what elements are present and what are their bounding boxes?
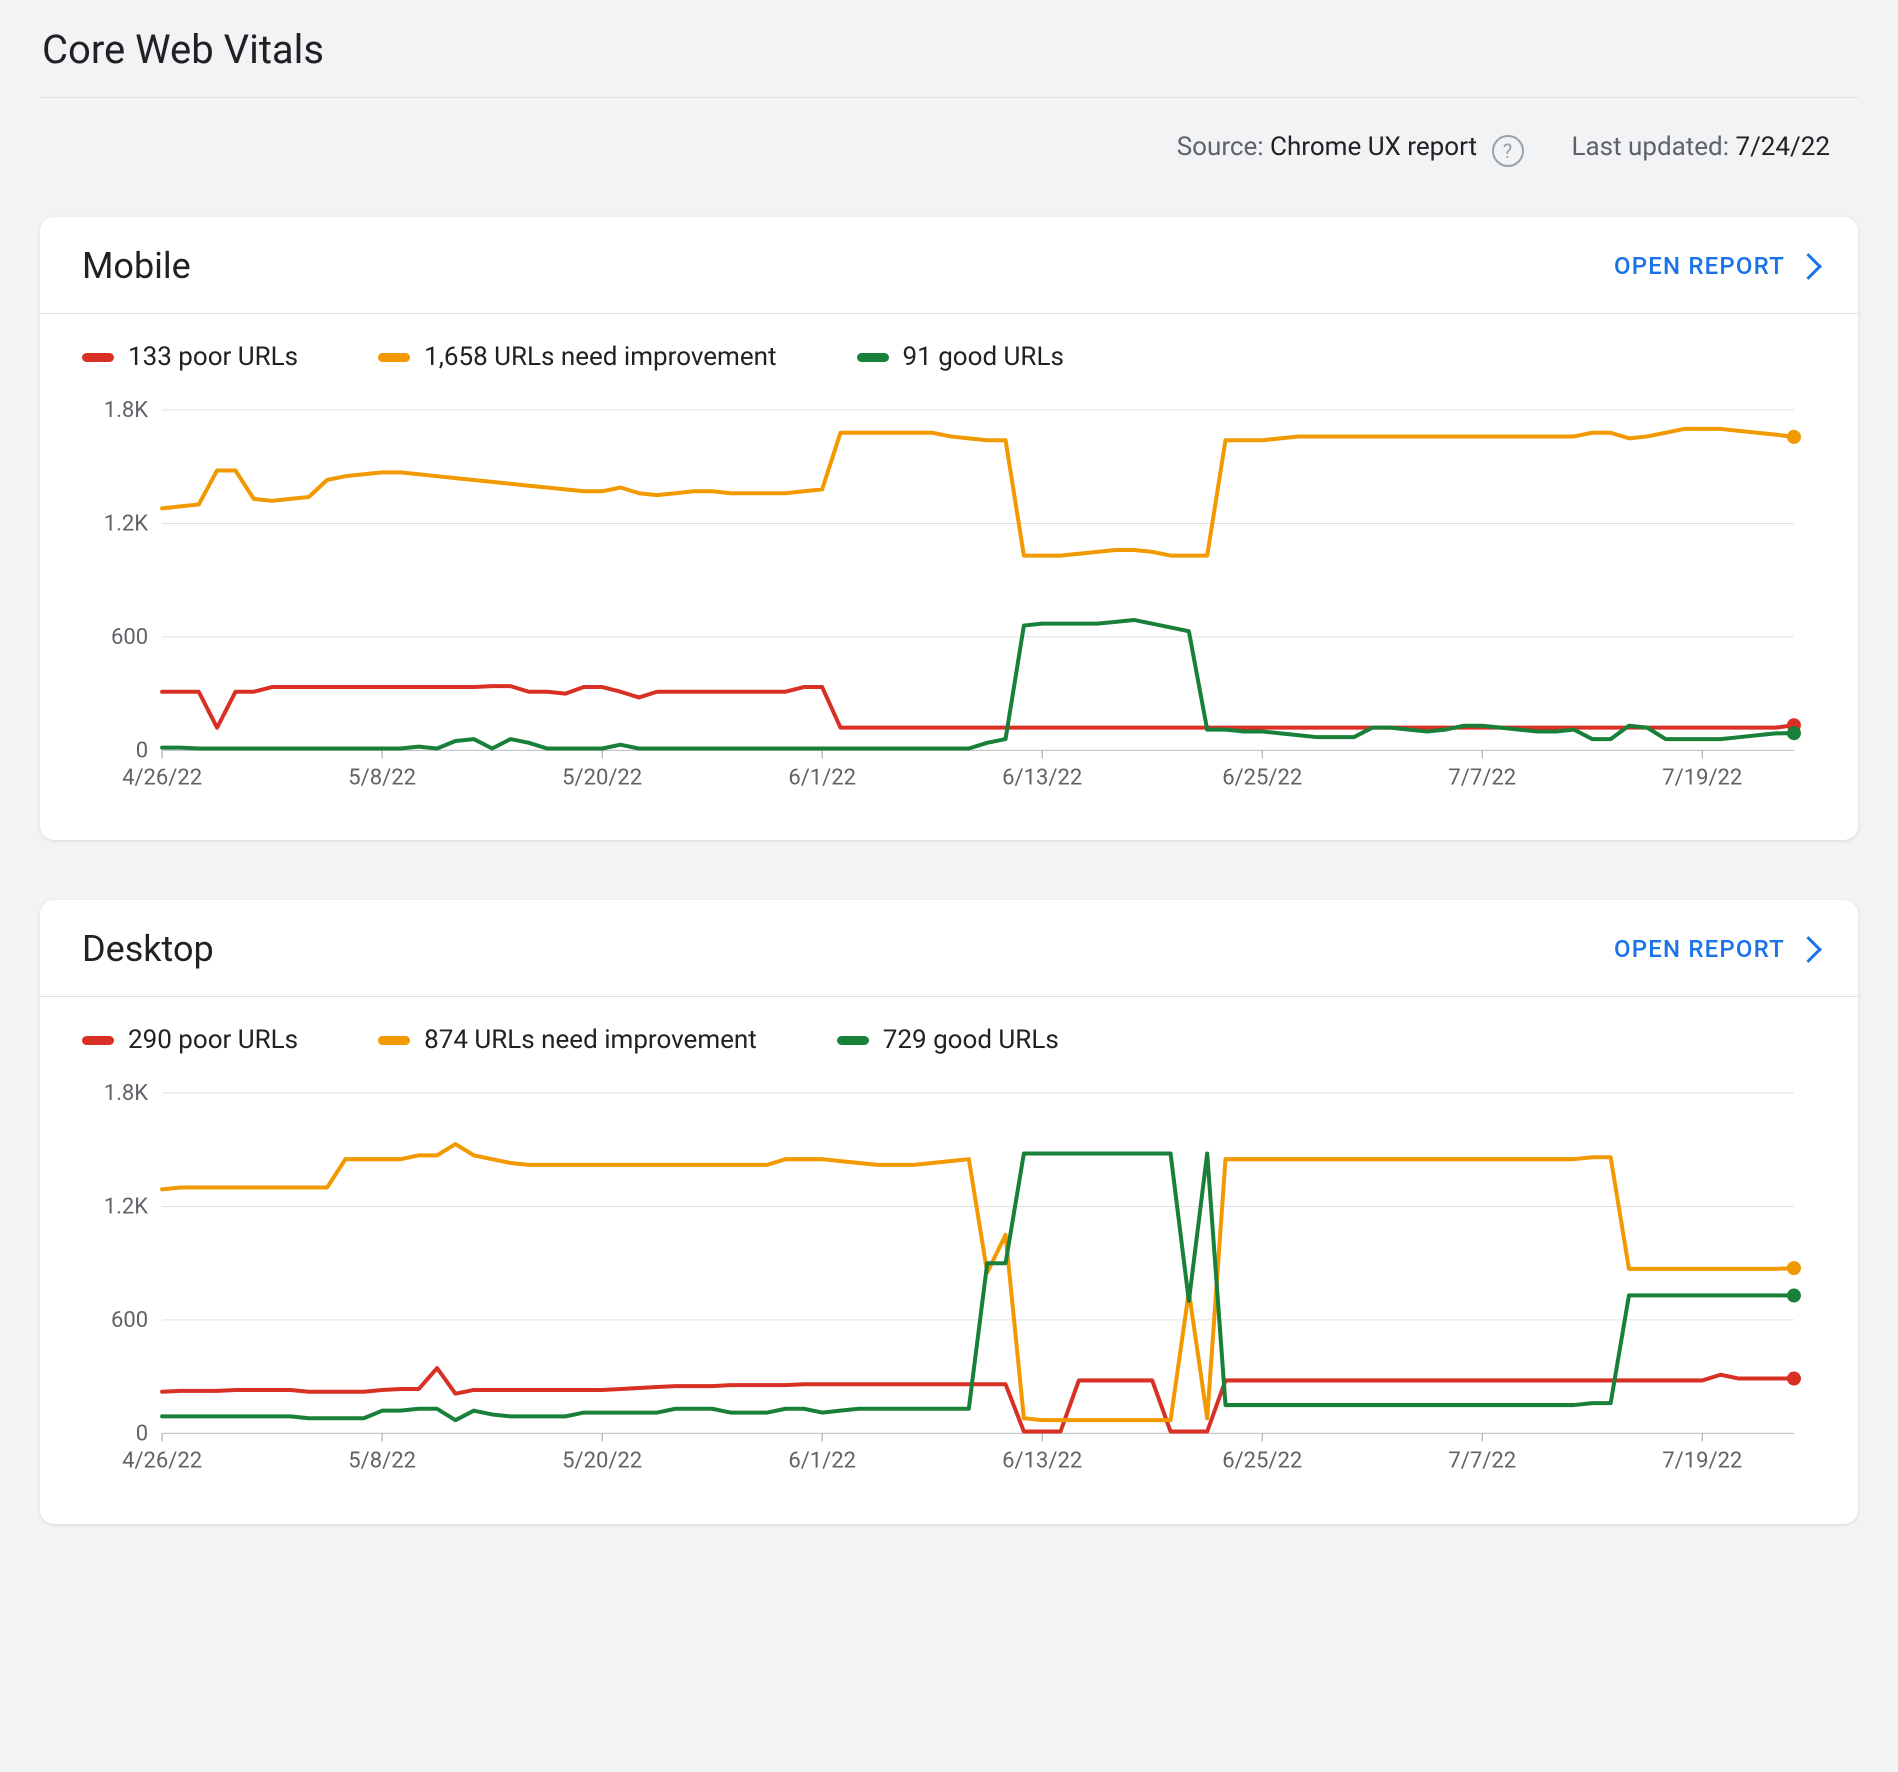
legend-good: 729 good URLs: [837, 1025, 1059, 1055]
mobile-chart[interactable]: 0 600 1.2K 1.8K 4/26/22 5/8/22 5/20/22 6/1/22 6/…: [82, 400, 1824, 800]
svg-text:7/7/22: 7/7/22: [1448, 1449, 1516, 1474]
legend-label: 91 good URLs: [903, 342, 1064, 372]
legend-label: 874 URLs need improvement: [424, 1025, 757, 1055]
svg-text:6/1/22: 6/1/22: [788, 1449, 856, 1474]
svg-text:6/1/22: 6/1/22: [788, 765, 856, 790]
source-label: Source:: [1177, 132, 1270, 162]
open-report-label: OPEN REPORT: [1614, 252, 1785, 280]
svg-text:0: 0: [136, 738, 148, 763]
meta-row: Source: Chrome UX report ? Last updated:…: [40, 98, 1858, 217]
swatch-amber-icon: [378, 1036, 410, 1045]
svg-text:6/13/22: 6/13/22: [1002, 1449, 1082, 1474]
svg-text:4/26/22: 4/26/22: [122, 765, 202, 790]
source-value: Chrome UX report: [1270, 132, 1477, 162]
svg-text:6/25/22: 6/25/22: [1222, 1449, 1302, 1474]
swatch-amber-icon: [378, 353, 410, 362]
updated-block: Last updated: 7/24/22: [1572, 132, 1831, 167]
svg-text:1.8K: 1.8K: [104, 400, 149, 423]
updated-label: Last updated:: [1572, 132, 1736, 162]
legend-label: 290 poor URLs: [128, 1025, 298, 1055]
svg-text:0: 0: [136, 1422, 148, 1447]
svg-text:6/13/22: 6/13/22: [1002, 765, 1082, 790]
svg-text:7/19/22: 7/19/22: [1662, 765, 1742, 790]
svg-text:600: 600: [111, 1308, 148, 1333]
svg-text:7/19/22: 7/19/22: [1662, 1449, 1742, 1474]
open-report-label: OPEN REPORT: [1614, 935, 1785, 963]
swatch-red-icon: [82, 1036, 114, 1045]
svg-text:7/7/22: 7/7/22: [1448, 765, 1516, 790]
open-report-button[interactable]: OPEN REPORT: [1614, 252, 1818, 280]
chevron-right-icon: [1795, 936, 1822, 963]
svg-text:6/25/22: 6/25/22: [1222, 765, 1302, 790]
svg-text:1.2K: 1.2K: [104, 511, 149, 536]
chevron-right-icon: [1795, 253, 1822, 280]
updated-value: 7/24/22: [1735, 132, 1830, 162]
legend-label: 1,658 URLs need improvement: [424, 342, 776, 372]
svg-text:5/20/22: 5/20/22: [562, 765, 642, 790]
legend-need: 874 URLs need improvement: [378, 1025, 757, 1055]
legend-label: 133 poor URLs: [128, 342, 298, 372]
desktop-title: Desktop: [82, 928, 214, 970]
mobile-card: Mobile OPEN REPORT 133 poor URLs 1,658 U…: [40, 217, 1858, 840]
source-block: Source: Chrome UX report ?: [1177, 132, 1524, 167]
swatch-green-icon: [837, 1036, 869, 1045]
legend-need: 1,658 URLs need improvement: [378, 342, 776, 372]
help-icon[interactable]: ?: [1492, 135, 1524, 167]
swatch-green-icon: [857, 353, 889, 362]
open-report-button[interactable]: OPEN REPORT: [1614, 935, 1818, 963]
svg-text:600: 600: [111, 625, 148, 650]
desktop-chart[interactable]: 0 600 1.2K 1.8K 4/26/22 5/8/22 5/20/22 6/1/22 6/…: [82, 1083, 1824, 1483]
swatch-red-icon: [82, 353, 114, 362]
svg-text:1.8K: 1.8K: [104, 1083, 149, 1106]
mobile-title: Mobile: [82, 245, 191, 287]
desktop-card: Desktop OPEN REPORT 290 poor URLs 874 UR…: [40, 900, 1858, 1523]
svg-text:4/26/22: 4/26/22: [122, 1449, 202, 1474]
svg-text:5/8/22: 5/8/22: [348, 1449, 416, 1474]
mobile-legend: 133 poor URLs 1,658 URLs need improvemen…: [40, 314, 1858, 390]
legend-poor: 290 poor URLs: [82, 1025, 298, 1055]
legend-poor: 133 poor URLs: [82, 342, 298, 372]
svg-text:1.2K: 1.2K: [104, 1195, 149, 1220]
legend-good: 91 good URLs: [857, 342, 1064, 372]
desktop-legend: 290 poor URLs 874 URLs need improvement …: [40, 997, 1858, 1073]
svg-text:5/8/22: 5/8/22: [348, 765, 416, 790]
svg-text:5/20/22: 5/20/22: [562, 1449, 642, 1474]
legend-label: 729 good URLs: [883, 1025, 1059, 1055]
page-title: Core Web Vitals: [40, 20, 1858, 98]
